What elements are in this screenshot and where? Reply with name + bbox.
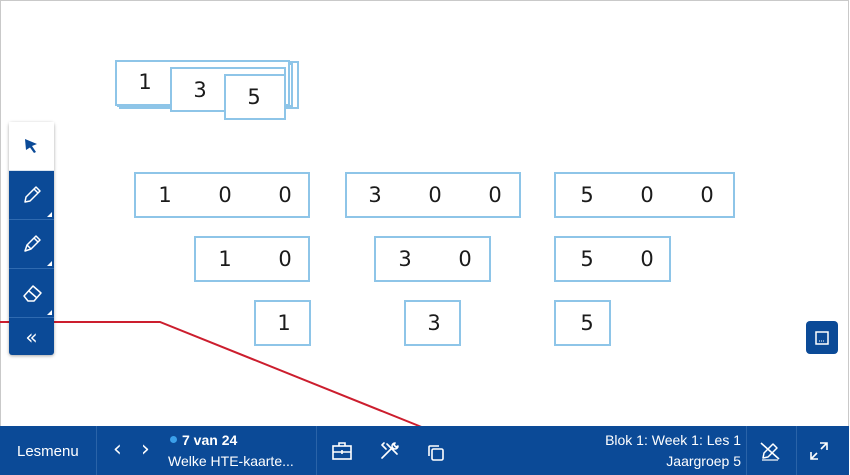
divider <box>746 426 747 475</box>
double-chevron-left-icon: « <box>25 325 38 349</box>
pencil-icon <box>24 186 41 203</box>
highlighter-tool-button[interactable] <box>9 220 54 269</box>
highlighter-icon <box>24 235 41 252</box>
page-counter: 7 van 24 <box>182 432 238 448</box>
toolbox-button[interactable] <box>331 441 353 466</box>
expand-icon <box>810 442 828 460</box>
status-dot <box>170 436 177 443</box>
page-title[interactable]: Welke HTE-kaarte... <box>168 453 294 469</box>
divider <box>796 426 797 475</box>
select-tool-button[interactable] <box>9 122 54 171</box>
pencil-tool-button[interactable] <box>9 171 54 220</box>
eraser-icon <box>23 285 42 302</box>
grade-info: Jaargroep 5 <box>666 453 741 469</box>
annotation-callout-line <box>0 321 446 441</box>
panel-icon <box>815 331 829 345</box>
copy-slides-button[interactable] <box>426 443 446 468</box>
tools-button[interactable] <box>378 439 402 468</box>
bottom-navigation-bar: Lesmenu ‹ › 7 van 24 Welke HTE-kaarte...… <box>0 426 849 475</box>
hide-annotations-button[interactable] <box>758 440 782 467</box>
briefcase-icon <box>332 442 352 460</box>
fullscreen-button[interactable] <box>808 440 830 467</box>
next-page-button[interactable]: › <box>141 437 150 462</box>
pencil-off-icon <box>760 442 780 461</box>
copy-icon <box>428 445 444 461</box>
lesson-info: Blok 1: Week 1: Les 1 <box>605 432 741 448</box>
side-panel-toggle-button[interactable] <box>806 321 838 354</box>
divider <box>316 426 317 475</box>
collapse-toolbar-button[interactable]: « <box>9 319 54 355</box>
eraser-tool-button[interactable] <box>9 269 54 318</box>
tools-icon <box>381 442 399 459</box>
previous-page-button[interactable]: ‹ <box>113 437 122 462</box>
divider <box>96 426 97 475</box>
drawing-toolbar: « <box>9 122 54 355</box>
lesson-menu-button[interactable]: Lesmenu <box>17 443 79 460</box>
pointer-icon <box>25 139 37 153</box>
